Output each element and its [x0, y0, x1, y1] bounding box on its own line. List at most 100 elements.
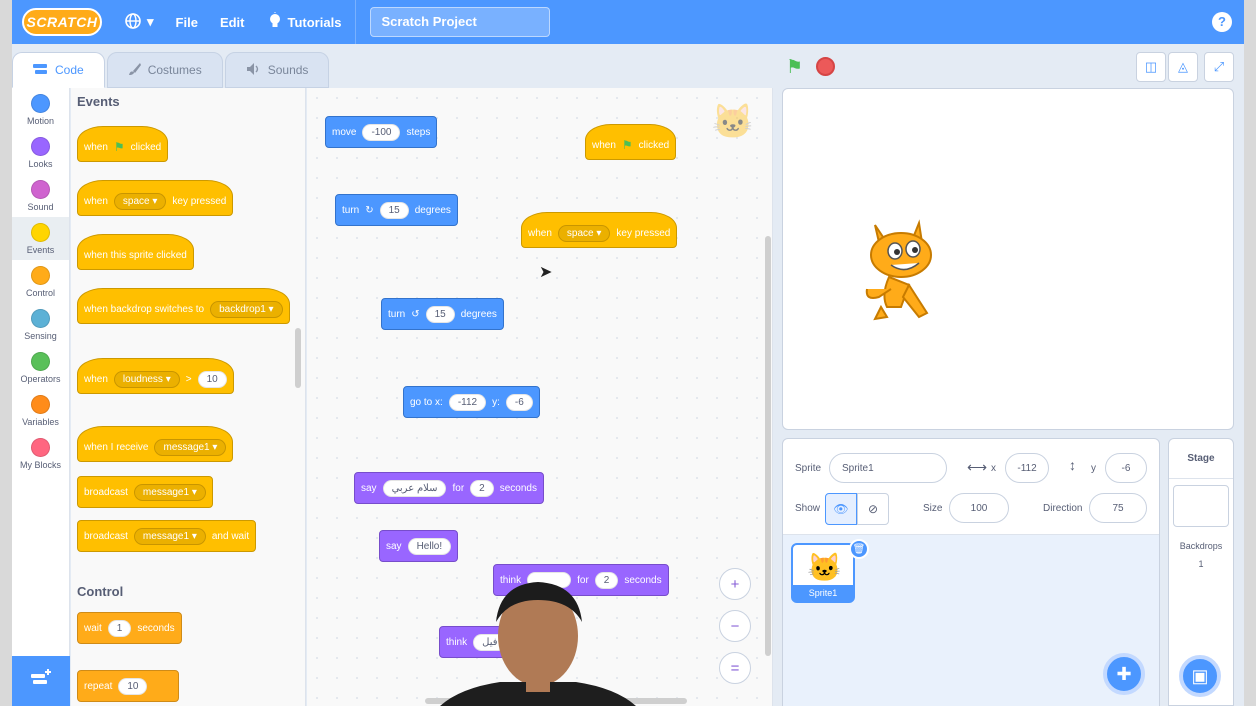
tab-sounds[interactable]: Sounds: [224, 52, 330, 88]
block-say-for-seconds[interactable]: say سلام عربي for 2 seconds: [354, 472, 544, 504]
stage-canvas[interactable]: [782, 88, 1234, 430]
block-when-flag-clicked[interactable]: when ⚑ clicked: [585, 124, 677, 160]
block-when-loudness[interactable]: when loudness ▾ > 10: [77, 358, 234, 394]
stop-button[interactable]: [816, 57, 835, 76]
scratch-logo[interactable]: SCRATCH: [22, 8, 102, 36]
loudness-input[interactable]: 10: [197, 370, 227, 388]
degrees-input[interactable]: 15: [425, 305, 455, 323]
fullscreen-button[interactable]: ⤢: [1204, 52, 1234, 82]
say-text-input[interactable]: سلام عربي: [382, 479, 447, 497]
category-motion[interactable]: Motion: [12, 88, 69, 131]
stage-thumbnail[interactable]: [1173, 485, 1229, 527]
message-dropdown[interactable]: message1 ▾: [154, 438, 227, 456]
choose-backdrop-button[interactable]: ▣: [1179, 655, 1221, 697]
add-extension-button[interactable]: [12, 656, 70, 706]
block-when-key-pressed[interactable]: when space ▾ key pressed: [77, 180, 234, 216]
tutorials-menu[interactable]: Tutorials: [267, 11, 341, 33]
visibility-toggle: 👁 ⊘: [825, 493, 889, 525]
direction-field[interactable]: 75: [1089, 493, 1147, 523]
x-input[interactable]: -112: [448, 393, 487, 411]
category-label: Variables: [22, 416, 59, 427]
category-variables[interactable]: Variables: [12, 389, 69, 432]
block-broadcast-and-wait[interactable]: broadcast message1 ▾ and wait: [77, 520, 257, 552]
zoom-out-button[interactable]: −: [719, 610, 751, 642]
category-my-blocks[interactable]: My Blocks: [12, 432, 69, 475]
tab-costumes[interactable]: Costumes: [106, 52, 223, 88]
repeat-input[interactable]: 10: [118, 677, 148, 695]
category-sound[interactable]: Sound: [12, 174, 69, 217]
sprite-name-field[interactable]: Sprite1: [829, 453, 947, 483]
category-operators[interactable]: Operators: [12, 346, 69, 389]
variables-dot-icon: [31, 394, 50, 414]
block-when-backdrop-switches[interactable]: when backdrop switches to backdrop1 ▾: [77, 288, 290, 324]
block-text: for: [452, 482, 465, 494]
block-move-steps[interactable]: move -100 steps: [325, 116, 438, 148]
help-button[interactable]: ?: [1212, 12, 1232, 32]
size-label: Size: [923, 503, 943, 514]
block-text: broadcast: [84, 530, 128, 542]
y-field[interactable]: -6: [1105, 453, 1147, 483]
block-turn-left[interactable]: turn ↺ 15 degrees: [381, 298, 504, 330]
control-dot-icon: [31, 265, 50, 285]
category-looks[interactable]: Looks: [12, 131, 69, 174]
block-when-flag-clicked[interactable]: when ⚑ clicked: [77, 126, 169, 162]
backdrop-dropdown[interactable]: backdrop1 ▾: [210, 300, 283, 318]
green-flag-button[interactable]: ⚑: [786, 56, 803, 79]
message-dropdown[interactable]: message1 ▾: [133, 483, 206, 501]
seconds-input[interactable]: 2: [470, 479, 494, 497]
rotate-right-icon: ↻: [365, 204, 374, 216]
block-text: when: [84, 141, 108, 153]
choose-sprite-button[interactable]: ✚: [1103, 653, 1145, 695]
show-hidden-button[interactable]: ⊘: [857, 493, 889, 525]
say-text-input[interactable]: Hello!: [407, 537, 452, 555]
block-palette: Events when ⚑ clicked when space ▾ key p…: [71, 88, 306, 706]
show-visible-button[interactable]: 👁: [825, 493, 857, 525]
script-scrollbar-vertical[interactable]: [765, 236, 771, 656]
block-broadcast[interactable]: broadcast message1 ▾: [77, 476, 213, 508]
category-control[interactable]: Control: [12, 260, 69, 303]
language-menu[interactable]: ▾: [124, 12, 154, 33]
block-when-key-pressed[interactable]: when space ▾ key pressed: [521, 212, 678, 248]
sensor-dropdown[interactable]: loudness ▾: [113, 370, 180, 388]
x-field[interactable]: -112: [1005, 453, 1049, 483]
wait-input[interactable]: 1: [107, 619, 132, 637]
file-menu[interactable]: File: [176, 15, 198, 30]
category-label: Control: [25, 287, 55, 298]
small-stage-button[interactable]: ◫: [1136, 52, 1166, 82]
zoom-in-icon: +: [730, 575, 740, 593]
delete-sprite-button[interactable]: 🗑: [849, 539, 869, 559]
speaker-icon: [246, 62, 262, 79]
edit-menu[interactable]: Edit: [220, 15, 245, 30]
key-dropdown[interactable]: space ▾: [557, 224, 611, 242]
tab-costumes-label: Costumes: [147, 63, 202, 77]
category-events[interactable]: Events: [12, 217, 69, 260]
large-stage-button[interactable]: ◬: [1168, 52, 1198, 82]
zoom-in-button[interactable]: +: [719, 568, 751, 600]
key-dropdown[interactable]: space ▾: [113, 192, 167, 210]
steps-input[interactable]: -100: [362, 123, 401, 141]
tab-code[interactable]: Code: [12, 52, 105, 88]
sprite-pane: Sprite Sprite1 ⟷ x -112 ↕ y -6 Show 👁 ⊘ …: [782, 438, 1160, 706]
size-field[interactable]: 100: [949, 493, 1009, 523]
block-text: repeat: [84, 680, 113, 692]
palette-scrollbar[interactable]: [295, 328, 301, 388]
message-dropdown[interactable]: message1 ▾: [133, 527, 206, 545]
editor-tabs: Code Costumes Sounds: [12, 52, 331, 88]
project-title-input[interactable]: Scratch Project: [370, 7, 551, 37]
block-when-sprite-clicked[interactable]: when this sprite clicked: [77, 234, 194, 270]
degrees-input[interactable]: 15: [379, 201, 409, 219]
block-text: when backdrop switches to: [84, 303, 205, 315]
block-text: y:: [492, 396, 500, 408]
block-text: seconds: [137, 622, 175, 634]
block-wait[interactable]: wait 1 seconds: [77, 612, 182, 644]
block-repeat[interactable]: repeat 10: [77, 670, 179, 702]
block-say[interactable]: say Hello!: [379, 530, 459, 562]
cat-sprite-icon[interactable]: [861, 215, 945, 342]
block-turn-right[interactable]: turn ↻ 15 degrees: [335, 194, 458, 226]
y-input[interactable]: -6: [505, 393, 533, 411]
sprite-thumbnail[interactable]: 🐱 Sprite1 🗑: [791, 539, 869, 603]
zoom-reset-button[interactable]: =: [719, 652, 751, 684]
block-when-i-receive[interactable]: when I receive message1 ▾: [77, 426, 234, 462]
category-sensing[interactable]: Sensing: [12, 303, 69, 346]
block-go-to-xy[interactable]: go to x: -112 y: -6: [403, 386, 540, 418]
